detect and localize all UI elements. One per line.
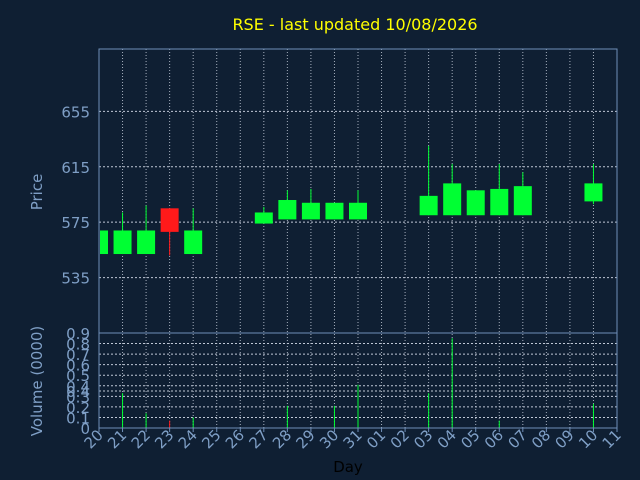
x-tick-label: 28 xyxy=(269,426,295,452)
candle-body xyxy=(584,183,603,202)
x-tick-label: 05 xyxy=(457,426,483,452)
x-tick-label: 03 xyxy=(410,426,436,452)
x-tick-label: 23 xyxy=(151,426,177,452)
x-tick-label: 26 xyxy=(222,426,248,452)
x-tick-label: 07 xyxy=(504,426,530,452)
chart-title: RSE - last updated 10/08/2026 xyxy=(232,15,477,34)
x-tick-label: 09 xyxy=(552,426,578,452)
x-tick-label: 25 xyxy=(198,426,224,452)
x-tick-label: 10 xyxy=(575,426,601,452)
x-tick-label: 31 xyxy=(340,426,366,452)
x-tick-label: 01 xyxy=(363,426,389,452)
candle-body xyxy=(443,183,462,216)
x-tick-label: 22 xyxy=(128,426,154,452)
candle-body xyxy=(466,190,485,216)
candle-body xyxy=(254,212,273,224)
candle-body xyxy=(278,200,297,220)
x-tick-label: 29 xyxy=(293,426,319,452)
x-tick-label: 04 xyxy=(434,426,460,452)
candle-body xyxy=(113,230,132,255)
price-tick-label: 655 xyxy=(61,103,90,121)
candle-body xyxy=(513,186,532,216)
x-tick-label: 30 xyxy=(316,426,342,452)
volume-tick-label: 0.9 xyxy=(66,325,90,343)
x-tick-label: 27 xyxy=(245,426,271,452)
x-tick-label: 11 xyxy=(599,426,625,452)
price-tick-label: 535 xyxy=(61,270,90,288)
candle-body xyxy=(184,230,203,255)
candle-body xyxy=(100,230,108,255)
volume-layer xyxy=(122,338,594,428)
price-axis-label: Price xyxy=(28,174,46,211)
x-tick-label: 06 xyxy=(481,426,507,452)
candle-body xyxy=(160,208,179,232)
price-tick-label: 615 xyxy=(61,159,90,177)
price-tick-label: 575 xyxy=(61,214,90,232)
grid-layer xyxy=(99,49,617,428)
candles-layer xyxy=(98,145,603,256)
candle-body xyxy=(137,230,156,255)
x-tick-label: 24 xyxy=(175,426,201,452)
chart-stage: RSE - last updated 10/08/2026 Price Volu… xyxy=(0,0,640,480)
candle-body xyxy=(349,202,367,220)
stock-chart: RSE - last updated 10/08/2026 Price Volu… xyxy=(28,15,625,476)
candle-body xyxy=(325,202,344,220)
candle-body xyxy=(301,202,320,220)
candle-body xyxy=(490,188,509,216)
x-tick-label: 02 xyxy=(387,426,413,452)
x-axis-label: Day xyxy=(333,458,363,476)
x-tick-label: 08 xyxy=(528,426,554,452)
volume-axis-label: Volume (0000) xyxy=(28,326,46,436)
x-tick-label: 21 xyxy=(104,426,130,452)
candle-body xyxy=(419,195,438,216)
